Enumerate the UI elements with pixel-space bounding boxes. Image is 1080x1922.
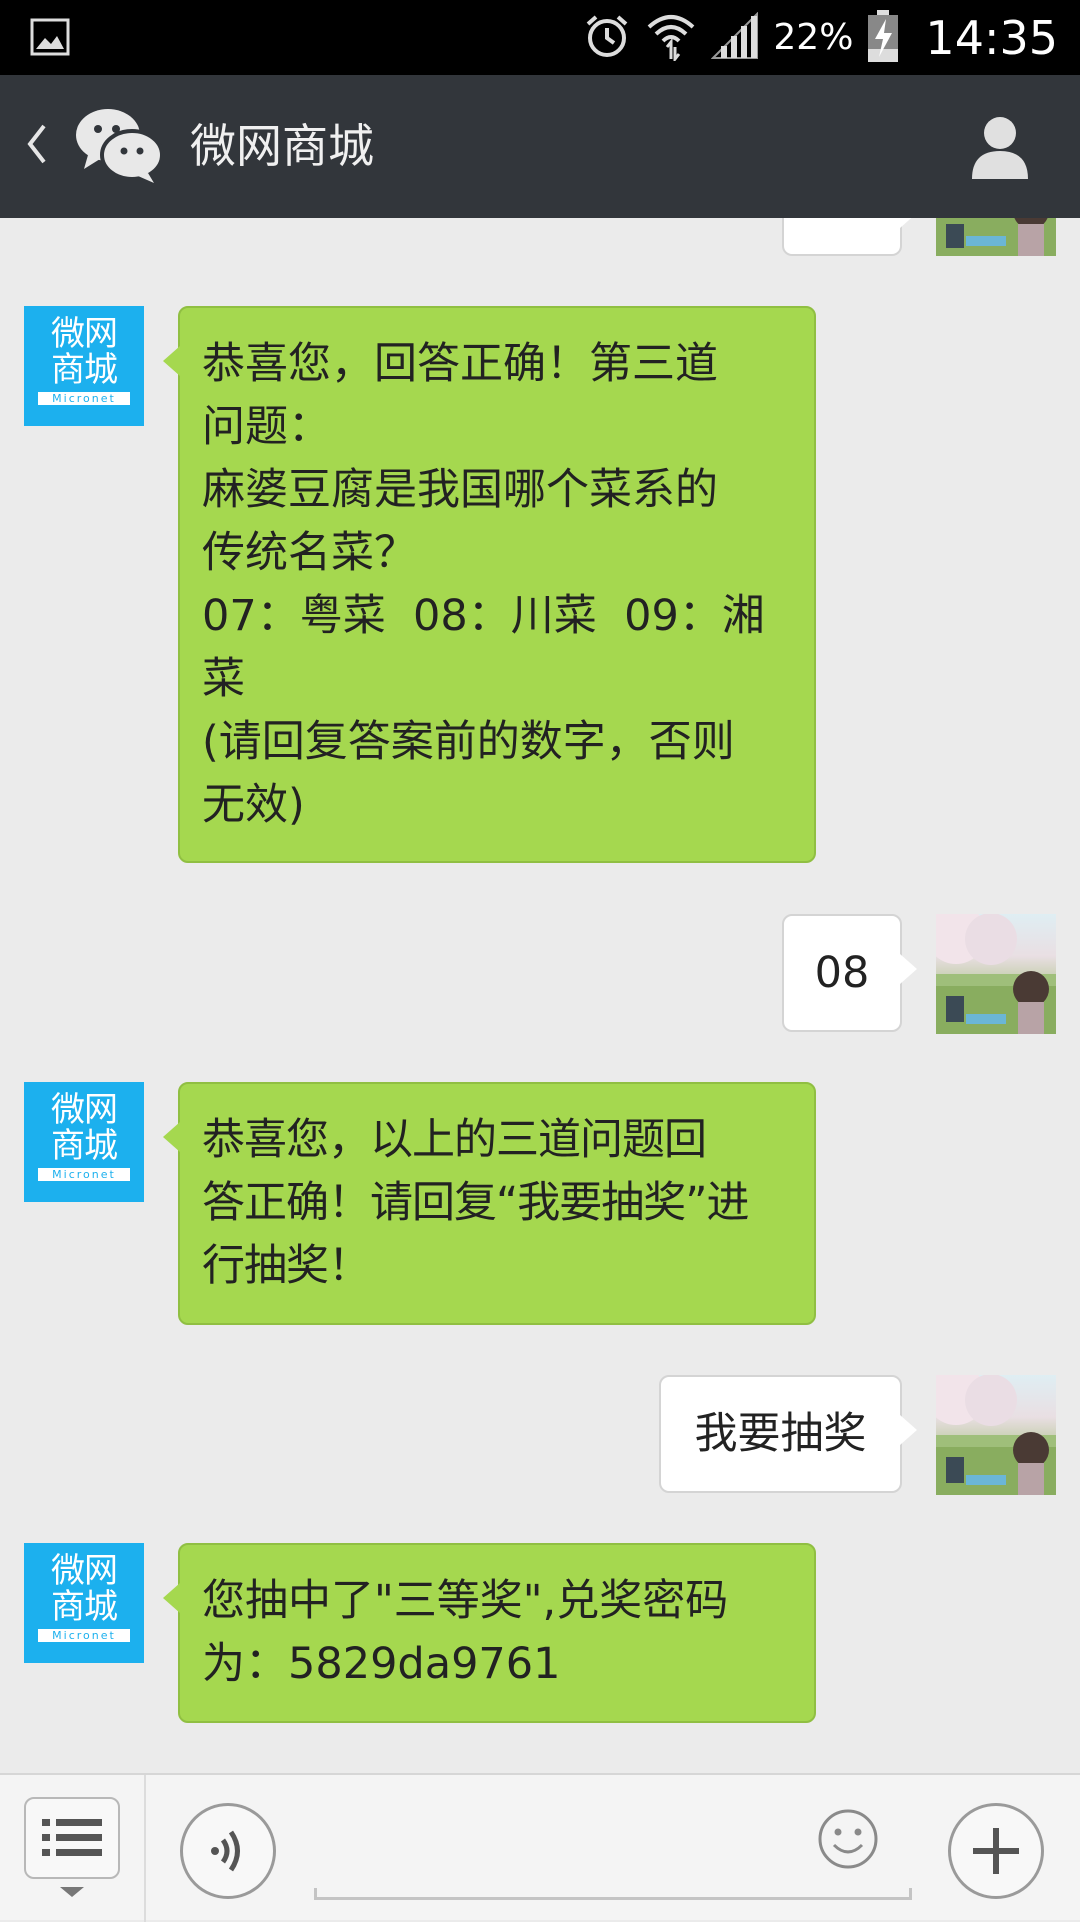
avatar-tag: Micronet xyxy=(38,1168,130,1181)
message-text: 我要抽奖 xyxy=(694,1409,867,1459)
message-bubble-incoming[interactable]: 恭喜您，以上的三道问题回 答正确！请回复“我要抽奖”进 行抽奖！ xyxy=(163,1082,816,1325)
wifi-icon xyxy=(645,11,697,65)
user-avatar[interactable] xyxy=(936,218,1056,256)
emoji-icon[interactable] xyxy=(816,1807,880,1875)
page-title: 微网商城 xyxy=(190,119,374,173)
avatar-tag: Micronet xyxy=(38,392,130,405)
avatar-tag: Micronet xyxy=(38,1629,130,1642)
clock: 14:35 xyxy=(925,10,1058,65)
message-bubble-incoming[interactable]: 恭喜您，回答正确！第三道 问题： 麻婆豆腐是我国哪个菜系的 传统名菜？ 07：粤… xyxy=(163,306,816,863)
message-bubble-outgoing[interactable]: 我要抽奖 xyxy=(659,1375,917,1493)
battery-percent: 22% xyxy=(773,17,854,58)
message-line: (请回复答案前的数字，否则 xyxy=(202,717,735,767)
message-bubble-partial xyxy=(782,218,917,256)
avatar-text: 微网 xyxy=(51,314,118,354)
user-avatar[interactable] xyxy=(936,914,1056,1034)
avatar-text: 商城 xyxy=(51,1587,118,1627)
message-line: 您抽中了"三等奖",兑奖密码 xyxy=(202,1576,729,1626)
message-line: 麻婆豆腐是我国哪个菜系的 xyxy=(202,465,718,515)
avatar-text: 商城 xyxy=(51,350,118,390)
bot-avatar[interactable]: 微网 商城 Micronet xyxy=(24,1082,144,1202)
caret-down-icon xyxy=(60,1887,84,1897)
avatar-text: 微网 xyxy=(51,1551,118,1591)
chat-header: 微网商城 xyxy=(0,75,1080,218)
message-line: 菜 xyxy=(202,654,245,704)
input-bar xyxy=(0,1773,1080,1922)
bot-avatar[interactable]: 微网 商城 Micronet xyxy=(24,1543,144,1663)
message-line: 问题： xyxy=(202,402,331,452)
message-line: 为：5829da9761 xyxy=(202,1639,561,1689)
chat-area[interactable]: 微网 商城 Micronet 恭喜您，回答正确！第三道 问题： 麻婆豆腐是我国哪个… xyxy=(0,218,1080,1773)
message-line: 恭喜您，以上的三道问题回 xyxy=(202,1115,707,1165)
alarm-icon xyxy=(583,12,631,64)
message-line: 恭喜您，回答正确！第三道 xyxy=(202,339,718,389)
message-bubble-incoming[interactable]: 您抽中了"三等奖",兑奖密码 为：5829da9761 xyxy=(163,1543,816,1723)
wechat-logo-icon xyxy=(74,105,164,189)
menu-list-icon[interactable] xyxy=(24,1797,120,1879)
message-text: 08 xyxy=(814,948,870,998)
status-bar: 22% 14:35 xyxy=(0,0,1080,75)
voice-icon[interactable] xyxy=(180,1803,276,1899)
bot-avatar[interactable]: 微网 商城 Micronet xyxy=(24,306,144,426)
message-bubble-outgoing[interactable]: 08 xyxy=(782,914,917,1032)
avatar-text: 商城 xyxy=(51,1126,118,1166)
message-line: 传统名菜？ xyxy=(202,528,417,578)
back-icon[interactable] xyxy=(24,122,48,170)
message-line: 无效) xyxy=(202,780,305,830)
message-line: 行抽奖！ xyxy=(202,1241,371,1291)
message-line: 07：粤菜 08：川菜 09：湘 xyxy=(202,591,765,641)
avatar-text: 微网 xyxy=(51,1090,118,1130)
gallery-icon xyxy=(30,18,70,60)
profile-icon[interactable] xyxy=(970,115,1030,183)
user-avatar[interactable] xyxy=(936,1375,1056,1495)
divider xyxy=(144,1775,146,1922)
battery-charging-icon xyxy=(867,9,899,67)
message-line: 答正确！请回复“我要抽奖”进 xyxy=(202,1178,750,1228)
plus-icon[interactable] xyxy=(948,1803,1044,1899)
signal-icon xyxy=(710,11,759,64)
